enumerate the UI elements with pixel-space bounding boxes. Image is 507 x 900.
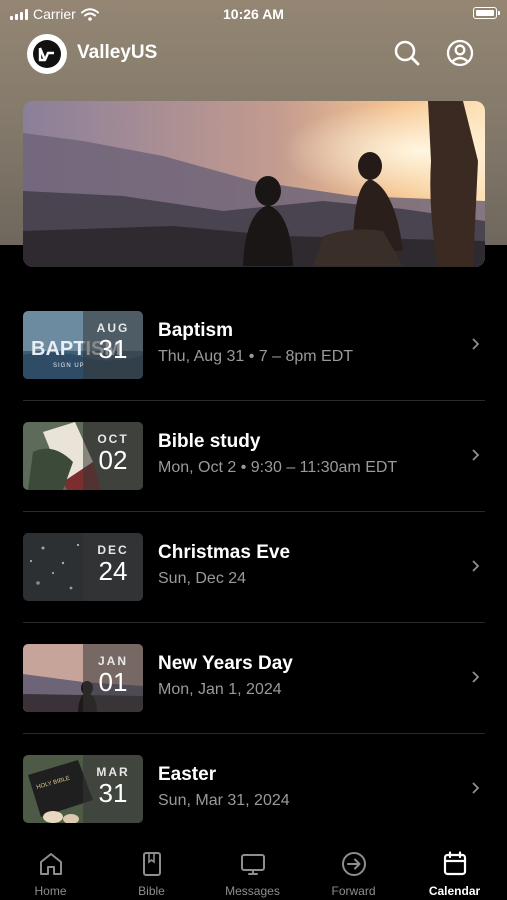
tab-home[interactable]: Home xyxy=(0,838,101,900)
date-badge: OCT 02 xyxy=(83,422,143,490)
event-thumbnail: DEC 24 xyxy=(23,533,143,601)
event-thumbnail: BAPTISM SIGN UP AUG 31 xyxy=(23,311,143,379)
chevron-right-icon xyxy=(472,449,480,461)
clock: 10:26 AM xyxy=(223,6,284,22)
date-day: 31 xyxy=(98,778,128,808)
date-day: 02 xyxy=(98,445,128,475)
date-month: AUG xyxy=(96,321,130,335)
event-row-new-years-day[interactable]: JAN 01 New Years Day Mon, Jan 1, 2024 xyxy=(23,623,485,734)
tab-bar: Home Bible Messages Forward Calendar xyxy=(0,838,507,900)
event-thumbnail: JAN 01 xyxy=(23,644,143,712)
date-day: 01 xyxy=(98,667,128,697)
date-month: JAN xyxy=(97,654,128,668)
chevron-right-icon xyxy=(472,338,480,350)
chevron-right-icon xyxy=(472,560,480,572)
event-details: Sun, Mar 31, 2024 xyxy=(158,792,290,809)
tab-label: Calendar xyxy=(428,884,481,898)
event-title: Baptism xyxy=(158,320,233,341)
date-badge: DEC 24 xyxy=(83,533,143,601)
date-badge: JAN 01 xyxy=(83,644,143,712)
event-details: Thu, Aug 31 • 7 – 8pm EDT xyxy=(158,348,354,365)
event-title: New Years Day xyxy=(158,653,293,674)
hero-photo xyxy=(23,101,485,267)
date-month: MAR xyxy=(96,765,130,779)
event-thumbnail: HOLY BIBLE MAR 31 xyxy=(23,755,143,823)
app-header: ValleyUS xyxy=(0,32,507,74)
app-title: ValleyUS xyxy=(77,42,158,63)
date-badge: AUG 31 xyxy=(83,311,143,379)
event-details: Mon, Oct 2 • 9:30 – 11:30am EDT xyxy=(158,459,398,476)
tab-label: Bible xyxy=(138,884,165,898)
bible-icon xyxy=(142,852,161,876)
status-bar: Carrier 10:26 AM xyxy=(0,0,507,28)
event-title: Easter xyxy=(158,764,217,785)
chevron-right-icon xyxy=(472,671,480,683)
chevron-right-icon xyxy=(472,782,480,794)
home-icon xyxy=(39,853,62,875)
event-title: Christmas Eve xyxy=(158,542,291,563)
profile-icon[interactable] xyxy=(445,38,475,68)
battery-icon xyxy=(473,7,500,19)
date-day: 31 xyxy=(98,334,128,364)
event-thumbnail: OCT 02 xyxy=(23,422,143,490)
date-month: OCT xyxy=(97,432,129,446)
messages-icon xyxy=(240,854,265,875)
tab-label: Messages xyxy=(225,884,280,898)
hero-image[interactable] xyxy=(23,101,485,267)
date-day: 24 xyxy=(98,556,128,586)
app-logo[interactable] xyxy=(27,34,67,74)
forward-icon xyxy=(341,852,366,876)
calendar-icon xyxy=(443,851,466,876)
event-details: Mon, Jan 1, 2024 xyxy=(158,681,282,698)
date-month: DEC xyxy=(97,543,129,557)
event-title: Bible study xyxy=(158,431,261,452)
event-row-easter[interactable]: HOLY BIBLE MAR 31 Easter Sun, Mar 31, 20… xyxy=(23,734,485,845)
thumbnail-subtext: SIGN UP xyxy=(53,363,85,369)
tab-label: Home xyxy=(34,884,67,898)
search-icon[interactable] xyxy=(392,38,422,68)
tab-label: Forward xyxy=(331,884,376,898)
tab-messages[interactable]: Messages xyxy=(202,838,303,900)
valley-logo-icon xyxy=(33,40,61,68)
date-badge: MAR 31 xyxy=(83,755,143,823)
tab-forward[interactable]: Forward xyxy=(303,838,404,900)
tab-bible[interactable]: Bible xyxy=(101,838,202,900)
tab-calendar[interactable]: Calendar xyxy=(404,838,505,900)
event-row-bible-study[interactable]: OCT 02 Bible study Mon, Oct 2 • 9:30 – 1… xyxy=(23,401,485,512)
event-list: BAPTISM SIGN UP AUG 31 Baptism Thu, Aug … xyxy=(23,290,485,845)
event-row-christmas-eve[interactable]: DEC 24 Christmas Eve Sun, Dec 24 xyxy=(23,512,485,623)
event-row-baptism[interactable]: BAPTISM SIGN UP AUG 31 Baptism Thu, Aug … xyxy=(23,290,485,401)
event-details: Sun, Dec 24 xyxy=(158,570,247,587)
